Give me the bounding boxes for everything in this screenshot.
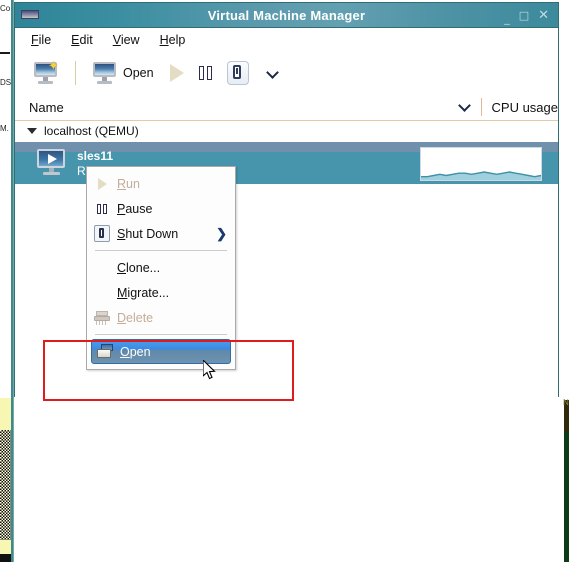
menu-edit[interactable]: Edit xyxy=(69,32,95,48)
open-monitor-icon xyxy=(92,61,118,85)
menu-help[interactable]: Help xyxy=(158,32,188,48)
chevron-down-icon xyxy=(267,67,279,79)
open-button[interactable]: Open xyxy=(88,59,158,87)
column-divider xyxy=(480,98,482,116)
column-header-name[interactable]: Name xyxy=(29,100,64,115)
context-menu-item-clone[interactable]: Clone... xyxy=(87,255,235,280)
context-menu-item-shutdown-label: Shut Down xyxy=(117,226,179,241)
context-menu-item-pause[interactable]: Pause xyxy=(87,196,235,221)
new-vm-icon: ✦ xyxy=(33,59,59,85)
vm-running-monitor-icon xyxy=(37,149,67,177)
context-menu-separator-2 xyxy=(95,334,227,335)
delete-shredder-icon xyxy=(93,310,111,325)
menu-bar: File Edit View Help xyxy=(15,28,558,52)
context-menu-item-run-label: Run xyxy=(117,176,140,191)
vm-name: sles11 xyxy=(77,148,114,163)
column-header-cpu-usage[interactable]: CPU usage xyxy=(492,100,558,115)
run-play-icon xyxy=(169,64,184,82)
cpu-usage-sparkline xyxy=(420,147,542,181)
context-menu-item-migrate-label: Migrate... xyxy=(117,285,170,300)
open-button-label: Open xyxy=(123,66,154,80)
window-title: Virtual Machine Manager xyxy=(207,7,366,23)
context-menu-item-run[interactable]: Run xyxy=(87,171,235,196)
menu-help-label: elp xyxy=(168,33,186,47)
background-green-strip xyxy=(564,432,569,562)
shutdown-power-icon xyxy=(226,61,249,85)
submenu-arrow-icon: ❯ xyxy=(216,225,227,241)
pause-icon xyxy=(93,203,111,214)
menu-edit-label: dit xyxy=(79,33,93,47)
menu-file-mnemonic: F xyxy=(31,33,39,47)
context-menu-separator-1 xyxy=(95,250,227,251)
chevron-down-icon[interactable] xyxy=(459,101,471,113)
toolbar: ✦ Open xyxy=(15,52,558,94)
host-label: localhost (QEMU) xyxy=(44,124,139,138)
shutdown-button[interactable] xyxy=(223,59,253,87)
host-row[interactable]: localhost (QEMU) xyxy=(15,121,558,142)
vm-context-menu: Run Pause Shut Down ❯ Clone... Migrate..… xyxy=(86,166,236,370)
context-menu-item-open[interactable]: Open xyxy=(91,339,231,364)
open-folder-icon xyxy=(96,344,114,359)
shutdown-dropdown-button[interactable] xyxy=(257,65,283,81)
menu-file[interactable]: File xyxy=(29,32,53,48)
context-menu-item-delete[interactable]: Delete xyxy=(87,305,235,330)
title-bar[interactable]: Virtual Machine Manager _ □ ✕ xyxy=(15,3,558,28)
context-menu-item-clone-label: Clone... xyxy=(117,260,161,275)
context-menu-item-migrate[interactable]: Migrate... xyxy=(87,280,235,305)
new-vm-button[interactable]: ✦ xyxy=(29,59,63,87)
shutdown-power-icon xyxy=(93,225,111,242)
menu-edit-mnemonic: E xyxy=(71,33,80,47)
context-menu-item-open-label: Open xyxy=(120,344,151,359)
context-menu-item-delete-label: Delete xyxy=(117,310,154,325)
triangle-down-icon[interactable] xyxy=(27,128,37,134)
pause-button[interactable] xyxy=(192,64,219,82)
menu-help-mnemonic: H xyxy=(159,33,169,47)
background-window-divider xyxy=(0,52,10,54)
pause-icon xyxy=(198,66,212,80)
close-button[interactable]: ✕ xyxy=(538,9,549,22)
minimize-button[interactable]: _ xyxy=(504,13,510,24)
run-play-icon xyxy=(93,177,111,190)
menu-view[interactable]: View xyxy=(111,32,142,48)
maximize-button[interactable]: □ xyxy=(519,10,529,21)
context-menu-item-shutdown[interactable]: Shut Down ❯ xyxy=(87,221,235,246)
column-header-row: Name CPU usage xyxy=(15,94,558,121)
run-button[interactable] xyxy=(162,62,188,84)
window-controls: _ □ ✕ xyxy=(504,9,558,24)
menu-file-label: ile xyxy=(38,33,52,47)
vmm-app-icon xyxy=(21,8,39,22)
context-menu-item-pause-label: Pause xyxy=(117,201,153,216)
menu-view-mnemonic: V xyxy=(112,33,121,47)
toolbar-separator xyxy=(75,61,76,85)
menu-view-label: iew xyxy=(120,33,140,47)
background-window-fragment-4: N xyxy=(563,398,569,407)
